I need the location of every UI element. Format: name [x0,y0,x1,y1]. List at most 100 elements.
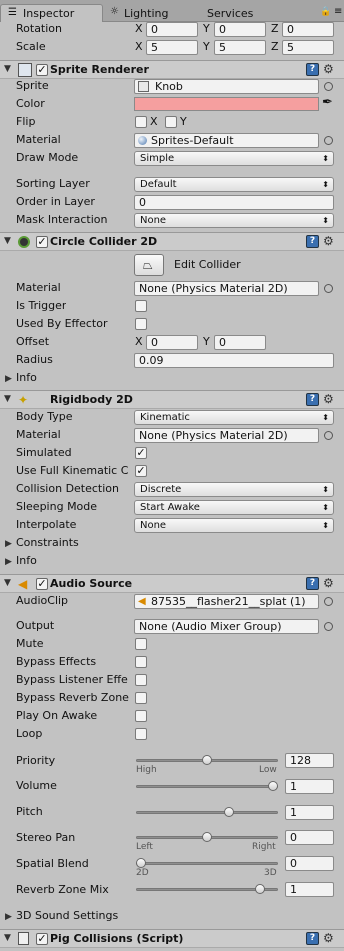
volume-slider-thumb[interactable] [268,781,278,791]
output-field[interactable]: None (Audio Mixer Group) [134,619,319,634]
spatial-blend-slider-thumb[interactable] [136,858,146,868]
audio-source-enabled-checkbox[interactable]: ✓ [36,578,48,590]
priority-slider-thumb[interactable] [202,755,212,765]
circle-collider-header[interactable]: ▼ ✓ Circle Collider 2D ? ⚙ [0,232,344,251]
spatial-blend-field[interactable]: 0 [285,856,334,871]
play-on-awake-checkbox[interactable] [135,710,147,722]
interpolate-dropdown[interactable]: None ⬍ [134,518,334,533]
tab-lighting-label: Lighting [124,7,169,20]
fold-down-icon[interactable]: ▼ [4,578,11,588]
help-icon[interactable]: ? [306,63,319,76]
fold-right-icon[interactable]: ▶ [5,374,12,384]
fold-down-icon[interactable]: ▼ [4,64,11,74]
sprite-field[interactable]: Knob [134,79,319,94]
material-field[interactable]: Sprites-Default [134,133,319,148]
object-picker-icon[interactable] [324,597,333,606]
sprite-renderer-header[interactable]: ▼ ✓ Sprite Renderer ? ⚙ [0,60,344,79]
spatial-blend-slider[interactable] [136,862,278,865]
collision-detection-dropdown[interactable]: Discrete ⬍ [134,482,334,497]
circle-collider-enabled-checkbox[interactable]: ✓ [36,236,48,248]
volume-slider[interactable] [136,785,278,788]
help-icon[interactable]: ? [306,235,319,248]
fold-right-icon[interactable]: ▶ [5,539,12,549]
pig-collisions-enabled-checkbox[interactable]: ✓ [36,933,48,945]
sleeping-mode-dropdown[interactable]: Start Awake ⬍ [134,500,334,515]
object-picker-icon[interactable] [324,82,333,91]
fold-right-icon[interactable]: ▶ [5,557,12,567]
priority-field[interactable]: 128 [285,753,334,768]
eyedropper-icon[interactable]: ✒ [322,95,333,110]
constraints-label[interactable]: Constraints [16,536,79,550]
draw-mode-dropdown[interactable]: Simple ⬍ [134,151,334,166]
bypass-reverb-checkbox[interactable] [135,692,147,704]
scale-x-field[interactable]: 5 [146,40,198,55]
rb-info-label[interactable]: Info [16,554,37,568]
lock-icon[interactable]: 🔒 [320,7,331,17]
rigidbody-header[interactable]: ▼ ✦ Rigidbody 2D ? ⚙ [0,390,344,409]
bypass-effects-checkbox[interactable] [135,656,147,668]
circle-collider-icon [18,236,30,248]
object-picker-icon[interactable] [324,622,333,631]
offset-y-field[interactable]: 0 [214,335,266,350]
tab-inspector[interactable]: ☰ Inspector [0,4,103,22]
fold-down-icon[interactable]: ▼ [4,236,11,246]
is-trigger-checkbox[interactable] [135,300,147,312]
pitch-field[interactable]: 1 [285,805,334,820]
used-by-effector-checkbox[interactable] [135,318,147,330]
collider-material-field[interactable]: None (Physics Material 2D) [134,281,319,296]
mute-checkbox[interactable] [135,638,147,650]
tab-lighting[interactable]: ☼ Lighting [106,6,196,22]
object-picker-icon[interactable] [324,136,333,145]
flip-x-checkbox[interactable] [135,116,147,128]
mask-interaction-dropdown[interactable]: None ⬍ [134,213,334,228]
stereo-pan-slider-thumb[interactable] [202,832,212,842]
object-picker-icon[interactable] [324,431,333,440]
fold-right-icon[interactable]: ▶ [5,912,12,922]
gear-icon[interactable]: ⚙ [323,392,334,406]
pitch-slider-thumb[interactable] [224,807,235,817]
help-icon[interactable]: ? [306,932,319,945]
gear-icon[interactable]: ⚙ [323,62,334,76]
sorting-layer-dropdown[interactable]: Default ⬍ [134,177,334,192]
order-in-layer-field[interactable]: 0 [134,195,334,210]
object-picker-icon[interactable] [324,284,333,293]
tab-services[interactable]: Services [204,6,284,22]
fold-down-icon[interactable]: ▼ [4,933,11,943]
full-kinematic-checkbox[interactable]: ✓ [135,465,147,477]
menu-icon[interactable]: ≡ [334,6,342,17]
help-icon[interactable]: ? [306,577,319,590]
scale-x-axis: X [135,40,143,53]
gear-icon[interactable]: ⚙ [323,234,334,248]
body-type-dropdown[interactable]: Kinematic ⬍ [134,410,334,425]
gear-icon[interactable]: ⚙ [323,931,334,945]
bypass-listener-checkbox[interactable] [135,674,147,686]
pitch-slider[interactable] [136,811,278,814]
loop-checkbox[interactable] [135,728,147,740]
reverb-zone-mix-slider-thumb[interactable] [254,884,265,894]
rotation-y-field[interactable]: 0 [214,22,266,37]
help-icon[interactable]: ? [306,393,319,406]
pig-collisions-header[interactable]: ▼ ✓ Pig Collisions (Script) ? ⚙ [0,929,344,948]
rotation-x-field[interactable]: 0 [146,22,198,37]
collider-info-label[interactable]: Info [16,371,37,385]
audio-clip-field[interactable]: ◀ 87535__flasher21__splat (1) [134,594,319,609]
reverb-zone-mix-field[interactable]: 1 [285,882,334,897]
simulated-checkbox[interactable]: ✓ [135,447,147,459]
sprite-renderer-enabled-checkbox[interactable]: ✓ [36,64,48,76]
gear-icon[interactable]: ⚙ [323,576,334,590]
audio-source-header[interactable]: ▼ ◀ ✓ Audio Source ? ⚙ [0,574,344,593]
rotation-z-field[interactable]: 0 [282,22,334,37]
scale-y-field[interactable]: 5 [214,40,266,55]
sound-3d-settings-label[interactable]: 3D Sound Settings [16,909,118,923]
fold-down-icon[interactable]: ▼ [4,394,11,404]
radius-field[interactable]: 0.09 [134,353,334,368]
volume-field[interactable]: 1 [285,779,334,794]
scale-z-field[interactable]: 5 [282,40,334,55]
offset-x-field[interactable]: 0 [146,335,198,350]
rb-material-field[interactable]: None (Physics Material 2D) [134,428,319,443]
stereo-pan-field[interactable]: 0 [285,830,334,845]
color-swatch[interactable] [134,97,319,111]
edit-collider-button[interactable]: ⏢ [134,254,164,276]
flip-y-checkbox[interactable] [165,116,177,128]
is-trigger-label: Is Trigger [16,299,67,312]
